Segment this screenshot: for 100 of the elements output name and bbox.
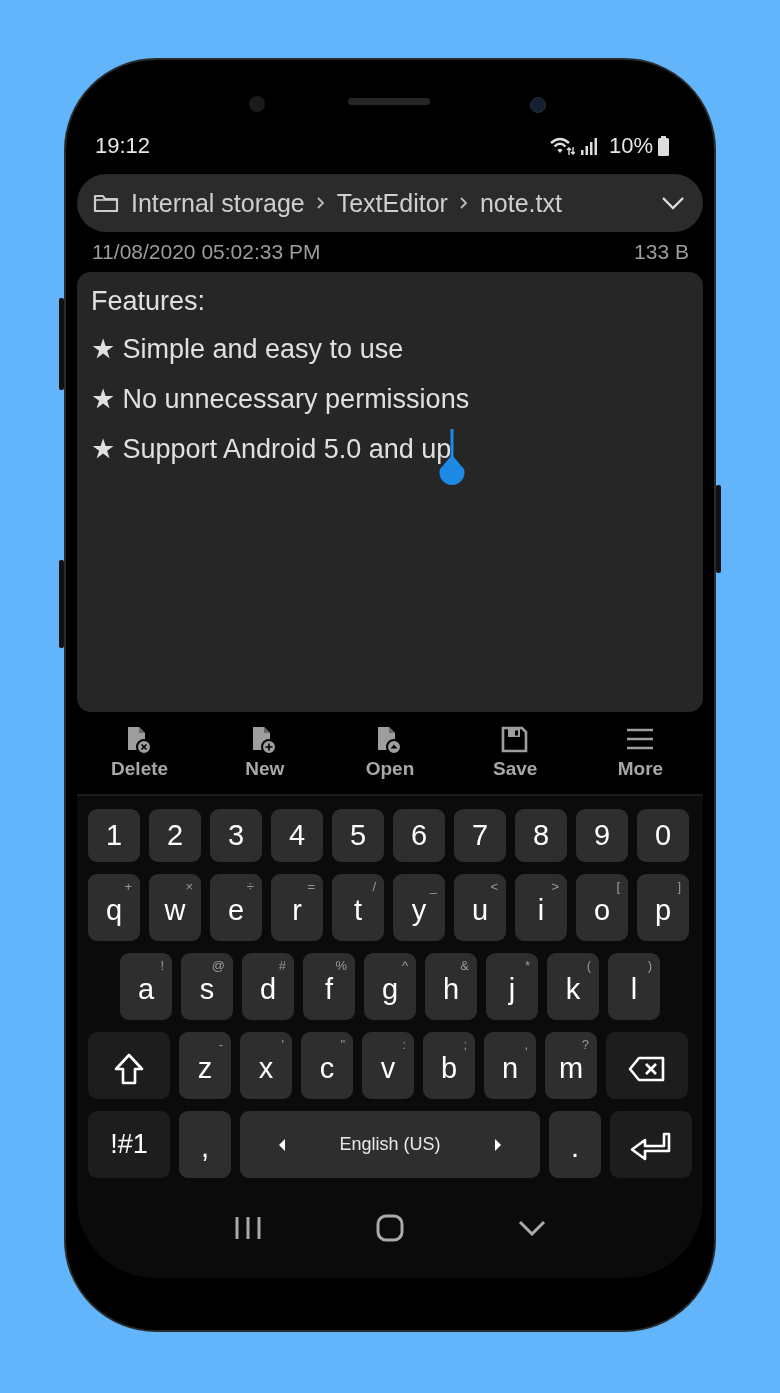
key-hint: ] (677, 879, 681, 894)
path-segment[interactable]: note.txt (479, 188, 562, 218)
signal-icon (579, 136, 598, 156)
key[interactable]: > i (515, 874, 567, 941)
backspace-icon (628, 1055, 666, 1082)
key[interactable]: × w (149, 874, 201, 941)
delete-button[interactable]: Delete (77, 720, 203, 794)
key[interactable]: 7 (454, 809, 506, 862)
path-segment[interactable]: Internal storage (131, 188, 305, 218)
chevron-right-icon (458, 195, 469, 211)
home-icon[interactable] (376, 1214, 404, 1242)
text-line: ★ Support Android 5.0 and up (91, 433, 452, 465)
key-hint: - (218, 1037, 223, 1052)
back-icon[interactable] (518, 1220, 546, 1236)
path-bar[interactable]: Internal storage TextEditor note.txt (77, 174, 703, 232)
battery-level: 10% (608, 133, 653, 159)
key[interactable]: & h (425, 953, 477, 1020)
key[interactable]: = r (271, 874, 323, 941)
key-hint: ; (463, 1037, 467, 1052)
key[interactable]: # d (242, 953, 294, 1020)
key-hint: % (335, 958, 347, 973)
new-button[interactable]: New (202, 720, 328, 794)
key[interactable]: 5 (332, 809, 384, 862)
key[interactable]: 1 (88, 809, 140, 862)
key-hint: ' (281, 1037, 284, 1052)
key[interactable]: - z (179, 1032, 231, 1099)
path-segment[interactable]: TextEditor (336, 188, 448, 218)
key[interactable]: < u (454, 874, 506, 941)
dropdown-icon[interactable] (661, 196, 685, 210)
left-arrow-icon[interactable] (278, 1137, 286, 1152)
recent-apps-icon[interactable] (234, 1215, 262, 1241)
key[interactable]: 6 (393, 809, 445, 862)
right-arrow-icon[interactable] (494, 1137, 502, 1152)
enter-key[interactable] (610, 1111, 692, 1178)
key-hint: < (490, 879, 498, 894)
key[interactable]: % f (303, 953, 355, 1020)
key[interactable]: ; b (423, 1032, 475, 1099)
key-hint: × (185, 879, 193, 894)
key-hint: * (524, 958, 530, 973)
backspace-key[interactable] (606, 1032, 688, 1099)
key-hint: " (340, 1037, 345, 1052)
key[interactable]: ) l (608, 953, 660, 1020)
key[interactable]: ] p (637, 874, 689, 941)
key[interactable]: 9 (576, 809, 628, 862)
key-hint: & (460, 958, 469, 973)
chevron-right-icon (315, 195, 326, 211)
key-hint: _ (429, 879, 437, 894)
file-size: 133 B (634, 240, 689, 264)
shift-key[interactable] (88, 1032, 170, 1099)
key-hint: ? (581, 1037, 589, 1052)
open-button[interactable]: Open (327, 720, 453, 794)
text-line: Features: (91, 286, 206, 317)
key-hint: ^ (401, 958, 408, 973)
key[interactable]: , (179, 1111, 231, 1178)
key[interactable]: " c (301, 1032, 353, 1099)
key[interactable]: _ y (393, 874, 445, 941)
clock: 19:12 (95, 133, 151, 159)
camera-icon (249, 96, 265, 112)
key-hint: [ (616, 879, 620, 894)
key-hint: ÷ (246, 879, 254, 894)
key[interactable]: * j (486, 953, 538, 1020)
key[interactable]: ' x (240, 1032, 292, 1099)
symbols-key[interactable]: !#1 (88, 1111, 170, 1178)
key[interactable]: @ s (181, 953, 233, 1020)
key-hint: ) (647, 958, 652, 973)
key[interactable]: [ o (576, 874, 628, 941)
key-hint: : (402, 1037, 406, 1052)
key-hint: # (278, 958, 286, 973)
key[interactable]: ( k (547, 953, 599, 1020)
save-button[interactable]: Save (452, 720, 578, 794)
modified-date: 11/08/2020 05:02:33 PM (92, 240, 321, 264)
key-hint: = (307, 879, 315, 894)
key-hint: / (372, 879, 376, 894)
text-line: ★ No unnecessary permissions (91, 383, 470, 415)
key-hint: @ (211, 958, 225, 973)
key-hint: ! (160, 958, 164, 973)
key[interactable]: ! a (120, 953, 172, 1020)
key[interactable]: 4 (271, 809, 323, 862)
key[interactable]: 3 (210, 809, 262, 862)
key[interactable]: 2 (149, 809, 201, 862)
space-key[interactable]: English (US) (240, 1111, 540, 1178)
text-line: ★ Simple and easy to use (91, 333, 404, 365)
key[interactable]: . (549, 1111, 601, 1178)
key[interactable]: / t (332, 874, 384, 941)
key[interactable]: 0 (637, 809, 689, 862)
key[interactable]: , n (484, 1032, 536, 1099)
key-hint: > (551, 879, 559, 894)
key-hint: , (524, 1037, 528, 1052)
key[interactable]: : v (362, 1032, 414, 1099)
more-button[interactable]: More (577, 720, 703, 794)
language-label: English (US) (339, 1134, 441, 1155)
text-editor[interactable]: Features: ★ Simple and easy to use ★ No unnecessary permissions ★ Support Android 5.0 and up (77, 272, 703, 712)
wifi-icon (548, 135, 575, 157)
key[interactable]: ? m (545, 1032, 597, 1099)
shift-arrow-icon (114, 1052, 144, 1085)
folder-icon (93, 193, 119, 213)
key[interactable]: ^ g (364, 953, 416, 1020)
key[interactable]: + q (88, 874, 140, 941)
key[interactable]: 8 (515, 809, 567, 862)
key[interactable]: ÷ e (210, 874, 262, 941)
